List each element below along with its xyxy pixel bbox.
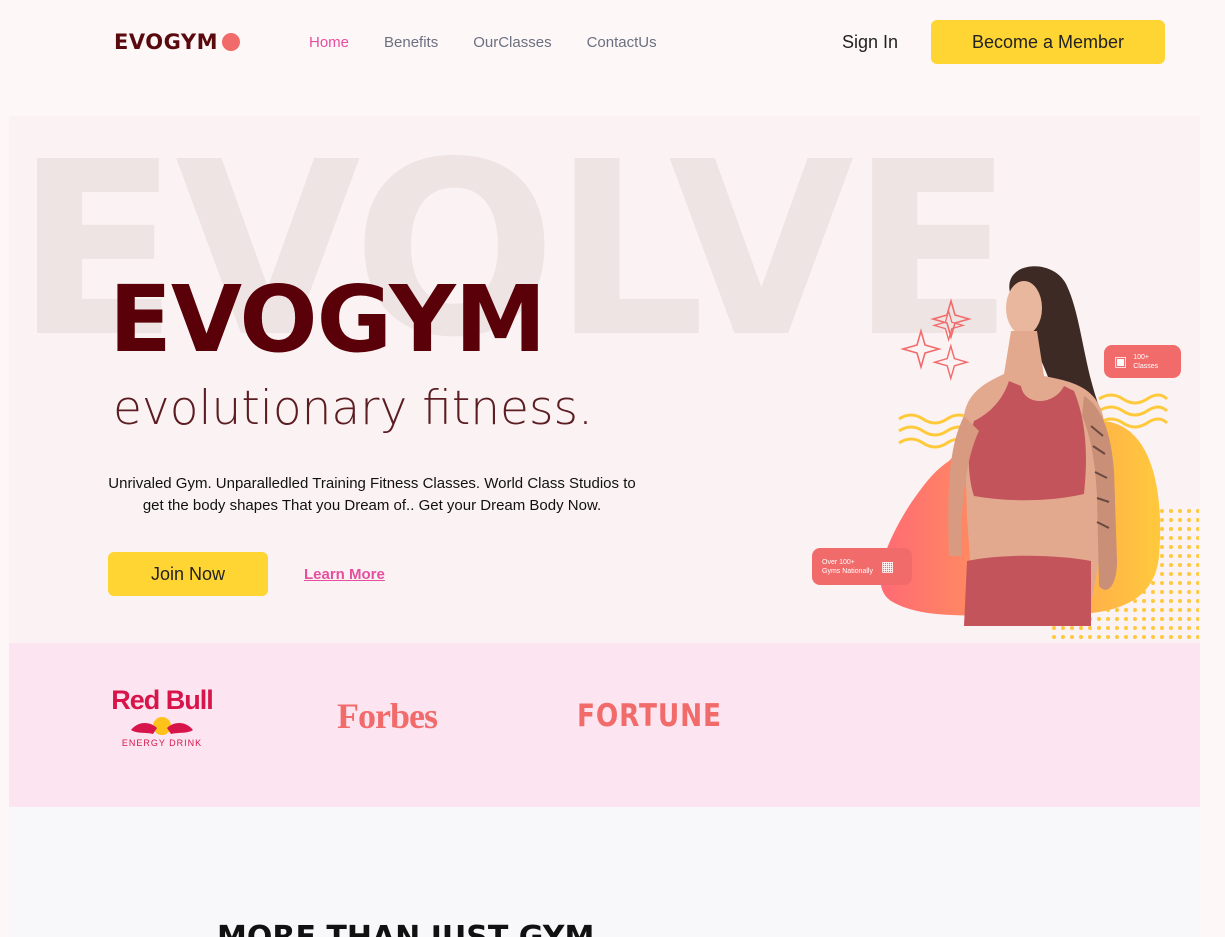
nav-link-benefits[interactable]: Benefits xyxy=(384,34,438,51)
nav-link-home[interactable]: Home xyxy=(309,34,349,51)
logo-text: EVOGYM xyxy=(114,30,218,54)
nav-link-our-classes[interactable]: OurClasses xyxy=(473,34,551,51)
learn-more-link[interactable]: Learn More xyxy=(304,566,385,583)
classes-badge-label: Classes xyxy=(1133,362,1159,370)
navbar: EVOGYM Home Benefits OurClasses ContactU… xyxy=(0,0,1225,86)
logo[interactable]: EVOGYM xyxy=(114,30,240,54)
hero-section: EVOLVE EVOGYM evolutionary fitness. Unri… xyxy=(9,116,1200,643)
classes-badge: ▣ 100+ Classes xyxy=(1104,345,1181,378)
sparkle xyxy=(931,343,970,382)
sponsors-section: Red Bull ENERGY DRINK Forbes FORTUNE xyxy=(9,643,1200,807)
become-member-button[interactable]: Become a Member xyxy=(931,20,1165,64)
join-now-button[interactable]: Join Now xyxy=(108,552,268,596)
redbull-logo: Red Bull ENERGY DRINK xyxy=(107,685,217,748)
forbes-logo: Forbes xyxy=(337,696,438,736)
benefits-title: MORE THAN JUST GYM xyxy=(217,920,594,937)
wave-line xyxy=(1098,393,1169,405)
hero-graphic: ▣ 100+ Classes Over 100+ Gyms Nationally ▦ xyxy=(799,256,1199,643)
fortune-logo: FORTUNE xyxy=(577,698,722,734)
id-card-icon: ▣ xyxy=(1114,353,1128,369)
wave-line xyxy=(1098,405,1169,417)
benefits-section: MORE THAN JUST GYM xyxy=(9,807,1200,937)
hero-subtitle: evolutionary fitness. xyxy=(113,381,593,436)
classes-badge-count: 100+ xyxy=(1133,353,1150,361)
redbull-logo-text: Red Bull xyxy=(111,685,214,715)
gyms-badge-label: Gyms Nationally xyxy=(822,567,873,575)
hero-description: Unrivaled Gym. Unparalledled Training Fi… xyxy=(108,475,636,514)
nav-link-contact-us[interactable]: ContactUs xyxy=(587,34,657,51)
hero-title: EVOGYM xyxy=(109,266,546,373)
building-icon: ▦ xyxy=(880,558,895,574)
sparkle xyxy=(900,328,942,370)
nav-links: Home Benefits OurClasses ContactUs xyxy=(309,34,692,51)
logo-dot-icon xyxy=(221,33,240,51)
gyms-badge: Over 100+ Gyms Nationally ▦ xyxy=(812,548,912,585)
gyms-badge-count: Over 100+ xyxy=(822,558,855,566)
sign-in-link[interactable]: Sign In xyxy=(842,32,898,53)
wave-line xyxy=(898,413,972,425)
redbull-subtitle: ENERGY DRINK xyxy=(121,738,203,748)
woman-figure xyxy=(948,266,1117,626)
redbull-bulls-icon xyxy=(131,717,193,735)
